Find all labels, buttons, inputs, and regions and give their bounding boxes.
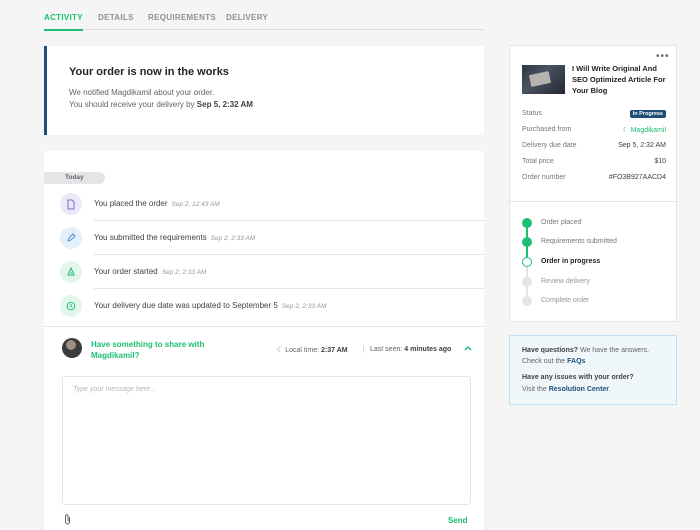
- message-box: [62, 376, 471, 505]
- help-box: Have questions? We have the answers. Che…: [509, 335, 677, 405]
- clock-icon: [60, 295, 82, 317]
- more-options-icon[interactable]: •••: [656, 51, 670, 62]
- tab-delivery[interactable]: DELIVERY: [226, 13, 268, 22]
- step-requirements-submitted: Requirements submitted: [522, 236, 672, 250]
- seller-last-seen: Last seen: 4 minutes ago: [363, 346, 451, 353]
- due-date-row: Delivery due date Sep 5, 2:32 AM: [522, 142, 666, 154]
- progress-ring-icon: [522, 257, 532, 267]
- event-text: Your order started: [94, 267, 158, 276]
- status-notified-text: We notified Magdikamil about your order.: [69, 88, 215, 97]
- due-label: Delivery due date: [522, 142, 577, 149]
- share-prompt-link[interactable]: Have something to share with Magdikamil?: [91, 339, 231, 361]
- rocket-icon: [60, 261, 82, 283]
- day-separator: Today: [44, 172, 105, 184]
- moon-icon: ☾: [277, 347, 284, 354]
- status-title: Your order is now in the works: [69, 66, 229, 78]
- delivery-date: Sep 5, 2:32 AM: [196, 100, 253, 109]
- pending-dot-icon: [522, 296, 532, 306]
- step-review-delivery: Review delivery: [522, 276, 672, 290]
- gig-thumbnail[interactable]: [522, 65, 565, 94]
- chevron-up-icon[interactable]: [464, 345, 472, 351]
- help-questions-line: Have questions? We have the answers.: [522, 347, 650, 354]
- status-delivery-text: You should receive your delivery by Sep …: [69, 100, 253, 109]
- pending-dot-icon: [522, 277, 532, 287]
- seller-contact-row: Have something to share with Magdikamil?…: [44, 326, 484, 366]
- timeline-event: Your delivery due date was updated to Se…: [60, 289, 484, 323]
- step-complete-order: Complete order: [522, 295, 672, 309]
- timeline-event: Your order started Sep 2, 2:33 AM: [60, 255, 484, 289]
- pencil-icon: [60, 227, 82, 249]
- seller-name-link[interactable]: Magdikamil: [631, 127, 666, 134]
- event-text: You placed the order: [94, 199, 168, 208]
- check-icon: [522, 237, 532, 247]
- seller-avatar[interactable]: [62, 338, 82, 358]
- last-seen-value: 4 minutes ago: [404, 346, 452, 353]
- delivery-prefix: You should receive your delivery by: [69, 100, 195, 109]
- event-text: Your delivery due date was updated to Se…: [94, 301, 278, 310]
- seller-local-time: ☾ Local time: 2:37 AM: [277, 346, 348, 354]
- order-tabs: ACTIVITY DETAILS REQUIREMENTS DELIVERY: [44, 0, 484, 31]
- status-label: Status: [522, 110, 542, 117]
- timeline-event: You submitted the requirements Sep 2, 2:3…: [60, 221, 484, 255]
- order-number-label: Order number: [522, 174, 566, 181]
- paperclip-icon[interactable]: [63, 513, 72, 525]
- send-button[interactable]: Send: [448, 516, 468, 525]
- local-time-value: 2:37 AM: [321, 347, 348, 354]
- local-time-label: Local time:: [285, 347, 320, 354]
- price-label: Total price: [522, 158, 554, 165]
- event-time: Sep 2, 2:33 AM: [210, 235, 256, 242]
- purchased-label: Purchased from: [522, 126, 572, 133]
- resolution-center-link[interactable]: Resolution Center: [549, 386, 609, 393]
- price-value: $10: [654, 158, 666, 165]
- order-status-card: Your order is now in the works We notifi…: [44, 46, 484, 135]
- event-time: Sep 2, 12:43 AM: [171, 201, 220, 208]
- tab-details[interactable]: DETAILS: [98, 13, 134, 22]
- order-number-value: #FO3B927AACD4: [608, 174, 666, 181]
- due-value: Sep 5, 2:32 AM: [618, 142, 666, 149]
- faq-link[interactable]: FAQs: [567, 358, 585, 365]
- timeline-event: You placed the order Sep 2, 12:43 AM: [60, 187, 484, 221]
- tab-activity[interactable]: ACTIVITY: [44, 13, 83, 31]
- step-order-in-progress: Order in progress: [522, 256, 672, 270]
- event-time: Sep 2, 2:33 AM: [161, 269, 207, 276]
- price-row: Total price $10: [522, 158, 666, 170]
- activity-feed: Today You placed the order Sep 2, 12:43 A…: [44, 151, 484, 530]
- tab-requirements[interactable]: REQUIREMENTS: [148, 13, 216, 22]
- check-icon: [522, 218, 532, 228]
- order-number-row: Order number #FO3B927AACD4: [522, 174, 666, 186]
- event-time: Sep 2, 2:33 AM: [281, 303, 327, 310]
- last-seen-label: Last seen:: [370, 346, 403, 353]
- purchased-row: Purchased from ☾ Magdikamil: [522, 126, 666, 138]
- document-icon: [60, 193, 82, 215]
- help-faq-line: Check out the FAQs: [522, 358, 586, 365]
- moon-icon: ☾: [622, 127, 631, 134]
- order-summary-card: ••• I Will Write Original And SEO Optimi…: [509, 45, 677, 322]
- event-text: You submitted the requirements: [94, 233, 207, 242]
- message-input[interactable]: [63, 377, 470, 504]
- gig-title-link[interactable]: I Will Write Original And SEO Optimized …: [572, 63, 672, 96]
- status-row: Status In Progress: [522, 110, 666, 122]
- help-resolution-line: Visit the Resolution Center.: [522, 386, 611, 393]
- help-issues-line: Have any issues with your order?: [522, 374, 634, 381]
- step-order-placed: Order placed: [522, 217, 672, 231]
- status-badge: In Progress: [629, 110, 666, 118]
